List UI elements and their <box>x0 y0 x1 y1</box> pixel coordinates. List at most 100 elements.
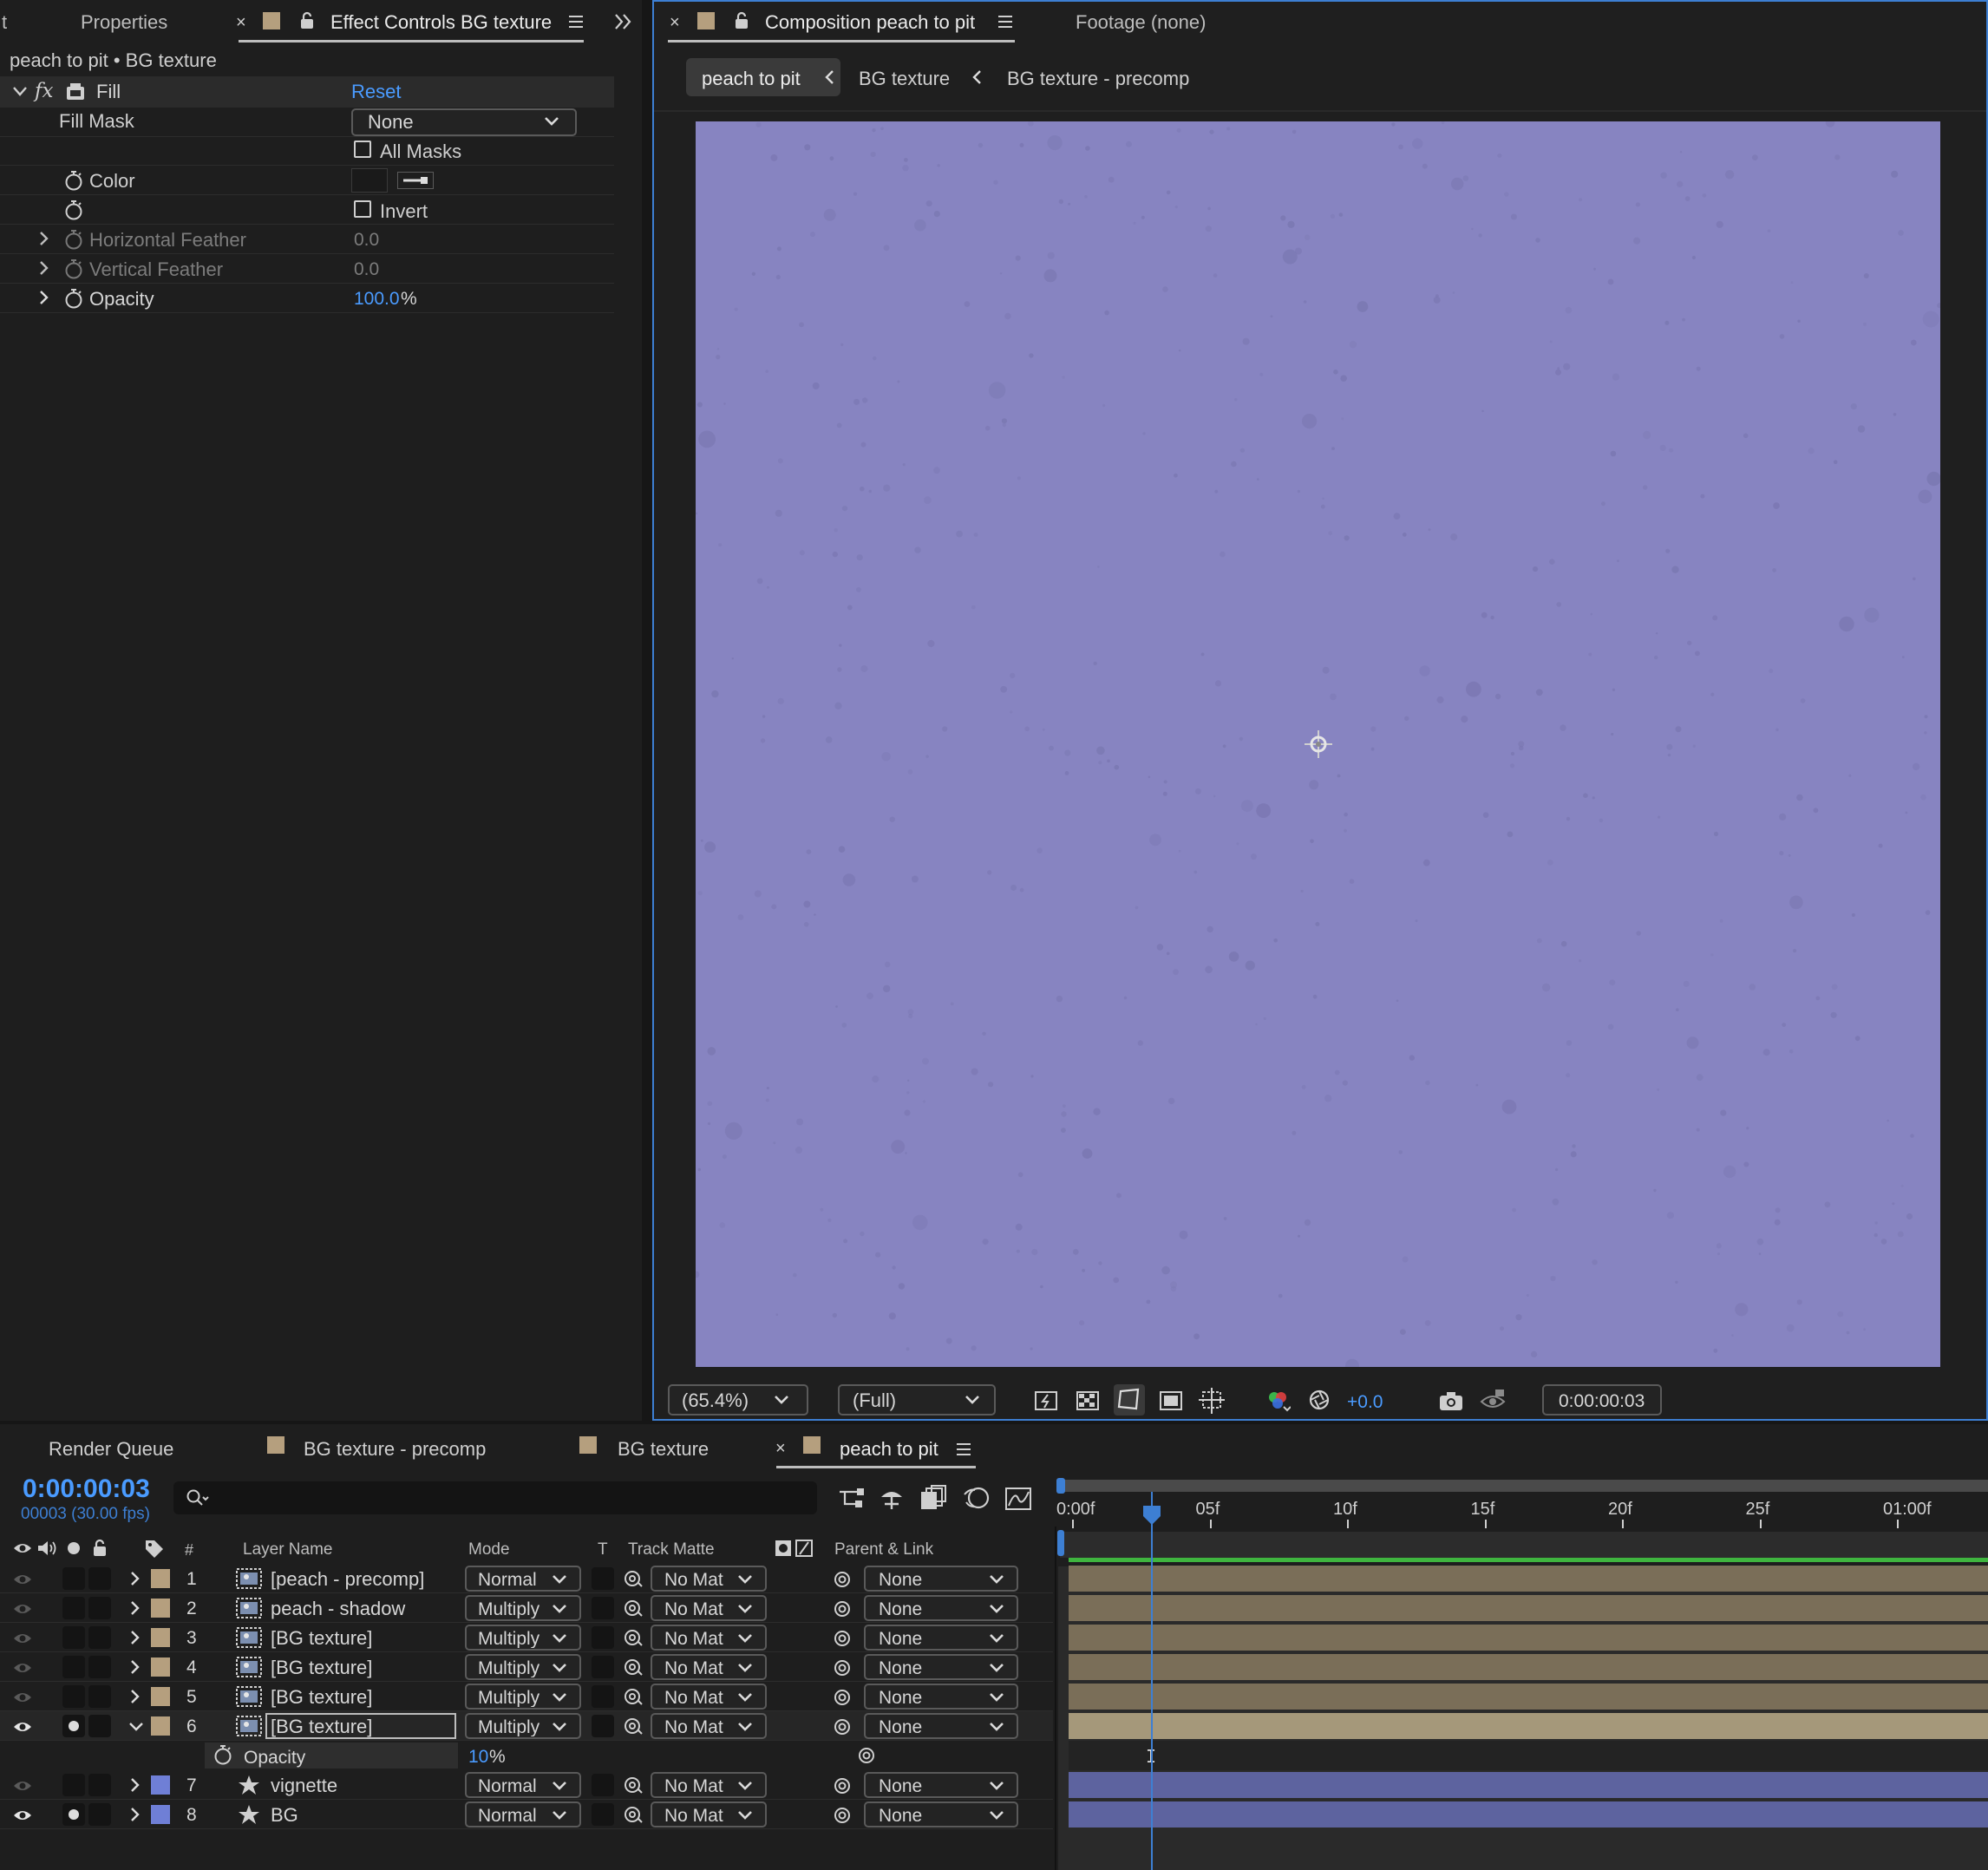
layer-name[interactable]: peach - shadow <box>271 1599 405 1618</box>
layer-name[interactable]: BG <box>271 1806 298 1825</box>
current-time[interactable]: 0:00:00:03 <box>23 1476 150 1502</box>
layer-duration-bar[interactable] <box>1069 1684 1988 1710</box>
video-visibility-eye-icon[interactable] <box>12 1572 33 1587</box>
lock-icon[interactable] <box>92 1539 108 1558</box>
expand-arrow-icon[interactable] <box>39 290 49 305</box>
stopwatch-icon[interactable] <box>213 1744 232 1765</box>
anchor-point-icon[interactable] <box>1303 729 1334 760</box>
video-visibility-eye-icon[interactable] <box>12 1690 33 1705</box>
lock-switch[interactable] <box>88 1567 111 1590</box>
video-visibility-eye-icon[interactable] <box>12 1631 33 1646</box>
lock-icon[interactable] <box>734 11 749 30</box>
parent-pickwhip-icon[interactable] <box>833 1599 852 1618</box>
parent-pickwhip-icon[interactable] <box>833 1570 852 1589</box>
breadcrumb-bg-texture-precomp[interactable]: BG texture - precomp <box>1007 69 1189 88</box>
all-masks-checkbox[interactable] <box>354 141 371 158</box>
layer-label-color[interactable] <box>151 1658 170 1677</box>
show-snapshot-icon[interactable] <box>1480 1388 1506 1412</box>
expand-arrow-icon[interactable] <box>130 1630 141 1645</box>
fx-toggle-icon[interactable]: fx <box>35 82 53 101</box>
effect-collapse-icon[interactable] <box>12 85 28 97</box>
solo-switch[interactable] <box>62 1626 85 1649</box>
layer-label-color[interactable] <box>151 1599 170 1618</box>
playhead-line[interactable] <box>1151 1492 1153 1870</box>
track-matte-pickwhip-icon[interactable] <box>623 1569 644 1588</box>
layer-name[interactable]: [BG texture] <box>271 1629 372 1648</box>
tab-properties[interactable]: Properties <box>81 13 167 32</box>
draft-3d-icon[interactable] <box>878 1487 906 1511</box>
tab-fragment[interactable]: t <box>2 13 7 32</box>
timeline-search-field[interactable] <box>173 1481 817 1514</box>
opacity-prop-value[interactable]: 10 <box>468 1748 488 1766</box>
layer-duration-bar[interactable] <box>1069 1595 1988 1621</box>
layer-duration-bar[interactable] <box>1069 1713 1988 1739</box>
expand-arrow-icon[interactable] <box>130 1659 141 1675</box>
solo-switch[interactable] <box>62 1685 85 1708</box>
panel-menu-icon[interactable] <box>956 1442 971 1457</box>
video-visibility-eye-icon[interactable] <box>12 1778 33 1794</box>
video-visibility-eye-icon[interactable] <box>12 1719 33 1735</box>
composition-flowchart-icon[interactable] <box>838 1487 866 1511</box>
layer-duration-bar[interactable] <box>1069 1654 1988 1680</box>
expand-arrow-icon[interactable] <box>39 260 49 276</box>
expand-arrow-icon[interactable] <box>130 1807 141 1822</box>
col-layer-name[interactable]: Layer Name <box>243 1541 333 1558</box>
preserve-transparency-switch[interactable] <box>592 1656 614 1678</box>
preserve-transparency-switch[interactable] <box>592 1774 614 1796</box>
tab-close-icon[interactable]: × <box>236 14 246 31</box>
tab-footage[interactable]: Footage (none) <box>1076 13 1206 32</box>
lock-switch[interactable] <box>88 1597 111 1619</box>
solo-switch[interactable] <box>62 1656 85 1678</box>
breadcrumb-bg-texture[interactable]: BG texture <box>859 69 950 88</box>
invert-checkbox[interactable] <box>354 200 371 218</box>
parent-pickwhip-icon[interactable] <box>833 1688 852 1707</box>
preserve-transparency-switch[interactable] <box>592 1715 614 1737</box>
fast-preview-icon[interactable] <box>1034 1389 1058 1412</box>
playhead-handle[interactable] <box>1141 1504 1162 1527</box>
layer-label-color[interactable] <box>151 1687 170 1706</box>
work-area-left-marker[interactable] <box>1057 1530 1064 1556</box>
color-swatch[interactable] <box>351 168 388 193</box>
panel-menu-icon[interactable] <box>568 14 584 29</box>
video-visibility-eye-icon[interactable] <box>12 1601 33 1617</box>
eye-icon[interactable] <box>12 1540 33 1556</box>
preserve-transparency-switch[interactable] <box>592 1803 614 1826</box>
track-matte-pickwhip-icon[interactable] <box>623 1599 644 1618</box>
layer-label-color[interactable] <box>151 1716 170 1736</box>
layer-name[interactable]: vignette <box>271 1776 337 1795</box>
collapse-arrow-icon[interactable] <box>128 1722 144 1732</box>
eyedropper-icon[interactable] <box>397 172 434 189</box>
expression-pickwhip-icon[interactable] <box>857 1746 876 1765</box>
reset-exposure-icon[interactable] <box>1308 1389 1331 1411</box>
transparency-grid-icon[interactable] <box>1076 1389 1100 1412</box>
tab-bg-texture-precomp[interactable]: BG texture - precomp <box>304 1440 486 1459</box>
layer-duration-bar[interactable] <box>1069 1625 1988 1651</box>
track-matte-pickwhip-icon[interactable] <box>623 1687 644 1706</box>
parent-pickwhip-icon[interactable] <box>833 1658 852 1677</box>
layer-name[interactable]: [BG texture] <box>271 1717 372 1736</box>
layer-label-color[interactable] <box>151 1805 170 1824</box>
parent-pickwhip-icon[interactable] <box>833 1806 852 1825</box>
region-of-interest-icon[interactable] <box>1159 1389 1183 1412</box>
lock-switch[interactable] <box>88 1715 111 1737</box>
lock-switch[interactable] <box>88 1626 111 1649</box>
breadcrumb-peach-to-pit[interactable]: peach to pit <box>702 69 801 88</box>
graph-editor-icon[interactable] <box>1004 1485 1032 1511</box>
track-matte-pickwhip-icon[interactable] <box>623 1805 644 1824</box>
preserve-transparency-switch[interactable] <box>592 1597 614 1619</box>
layer-label-color[interactable] <box>151 1775 170 1795</box>
tab-bg-texture[interactable]: BG texture <box>618 1440 709 1459</box>
parent-pickwhip-icon[interactable] <box>833 1776 852 1795</box>
lock-switch[interactable] <box>88 1803 111 1826</box>
track-matte-pickwhip-icon[interactable] <box>623 1716 644 1736</box>
motion-blur-icon[interactable] <box>963 1485 991 1511</box>
expand-arrow-icon[interactable] <box>130 1571 141 1586</box>
layer-name[interactable]: [BG texture] <box>271 1658 372 1677</box>
tab-composition[interactable]: Composition peach to pit <box>765 13 975 32</box>
solo-switch[interactable] <box>62 1567 85 1590</box>
solo-switch[interactable] <box>62 1597 85 1619</box>
track-matte-pickwhip-icon[interactable] <box>623 1658 644 1677</box>
preserve-transparency-switch[interactable] <box>592 1567 614 1590</box>
solo-icon[interactable] <box>68 1542 80 1554</box>
video-visibility-eye-icon[interactable] <box>12 1808 33 1823</box>
